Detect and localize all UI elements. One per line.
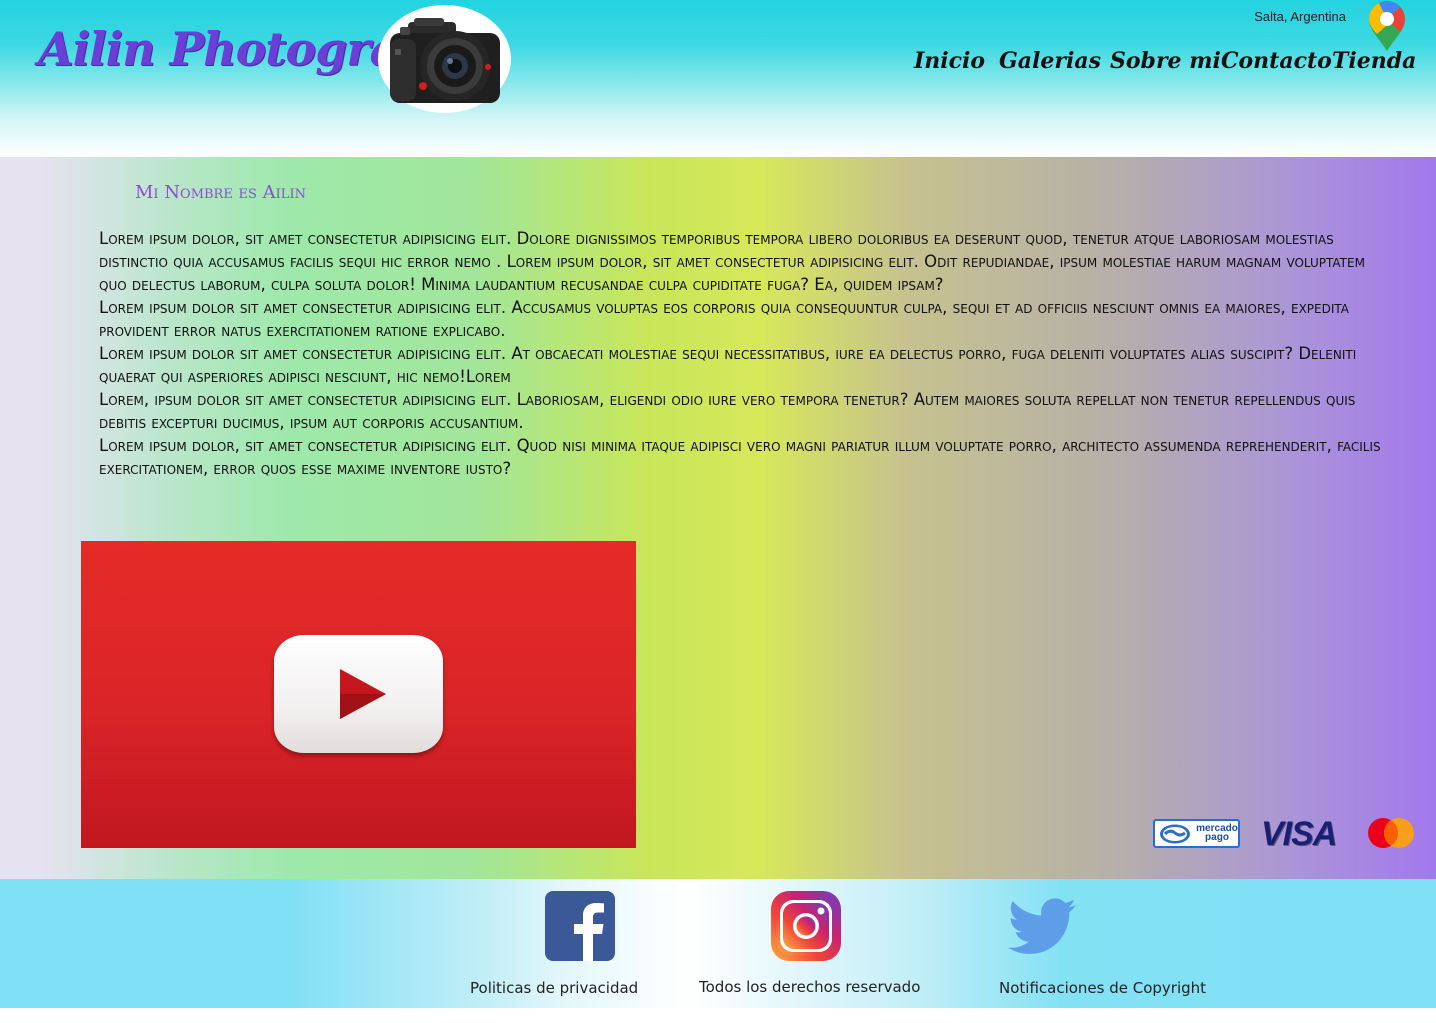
main-nav: Inicio Galerias Sobre mi Contacto Tienda bbox=[0, 48, 1436, 88]
payment-methods: mercado pago VISA bbox=[1153, 815, 1423, 857]
paragraph: Lorem ipsum dolor sit amet consectetur a… bbox=[99, 298, 1350, 340]
about-section: Mi Nombre es Ailin Lorem ipsum dolor, si… bbox=[0, 157, 1436, 879]
site-header: Ailin Photografh Salta, Argentina Inicio… bbox=[0, 0, 1436, 157]
paragraph: Lorem, ipsum dolor sit amet consectetur … bbox=[99, 390, 1356, 432]
rights-reserved-text[interactable]: Todos los derechos reservado bbox=[699, 978, 920, 996]
twitter-icon[interactable] bbox=[1006, 891, 1076, 961]
nav-contacto[interactable]: Contacto bbox=[1221, 48, 1332, 74]
map-pin-icon[interactable] bbox=[1367, 0, 1407, 52]
youtube-video-player[interactable] bbox=[81, 541, 636, 848]
about-text: Lorem ipsum dolor, sit amet consectetur … bbox=[99, 227, 1389, 480]
mercadopago-text: mercado pago bbox=[1195, 824, 1239, 843]
handshake-icon bbox=[1160, 824, 1190, 844]
mercadopago-logo: mercado pago bbox=[1153, 819, 1240, 848]
location-text: Salta, Argentina bbox=[1254, 9, 1346, 24]
mercadopago-word-2: pago bbox=[1205, 832, 1229, 843]
privacy-policy-link[interactable]: Politicas de privacidad bbox=[470, 979, 638, 997]
site-footer: Politicas de privacidad Todos los derech… bbox=[0, 879, 1436, 1008]
instagram-icon[interactable] bbox=[771, 891, 841, 961]
youtube-play-button[interactable] bbox=[274, 635, 443, 753]
page-bottom-margin bbox=[0, 1008, 1436, 1023]
facebook-icon[interactable] bbox=[545, 891, 615, 961]
nav-inicio[interactable]: Inicio bbox=[914, 48, 985, 74]
nav-galerias[interactable]: Galerias bbox=[999, 48, 1101, 74]
copyright-notifications-link[interactable]: Notificaciones de Copyright bbox=[999, 979, 1206, 997]
paragraph: Lorem ipsum dolor, sit amet consectetur … bbox=[99, 229, 1365, 294]
nav-tienda[interactable]: Tienda bbox=[1332, 48, 1416, 74]
visa-logo: VISA bbox=[1261, 815, 1337, 853]
paragraph: Lorem ipsum dolor, sit amet consectetur … bbox=[99, 436, 1381, 478]
nav-sobre-mi[interactable]: Sobre mi bbox=[1110, 48, 1221, 74]
mastercard-icon bbox=[1367, 818, 1415, 848]
section-heading: Mi Nombre es Ailin bbox=[135, 182, 306, 203]
paragraph: Lorem ipsum dolor sit amet consectetur a… bbox=[99, 344, 1357, 386]
